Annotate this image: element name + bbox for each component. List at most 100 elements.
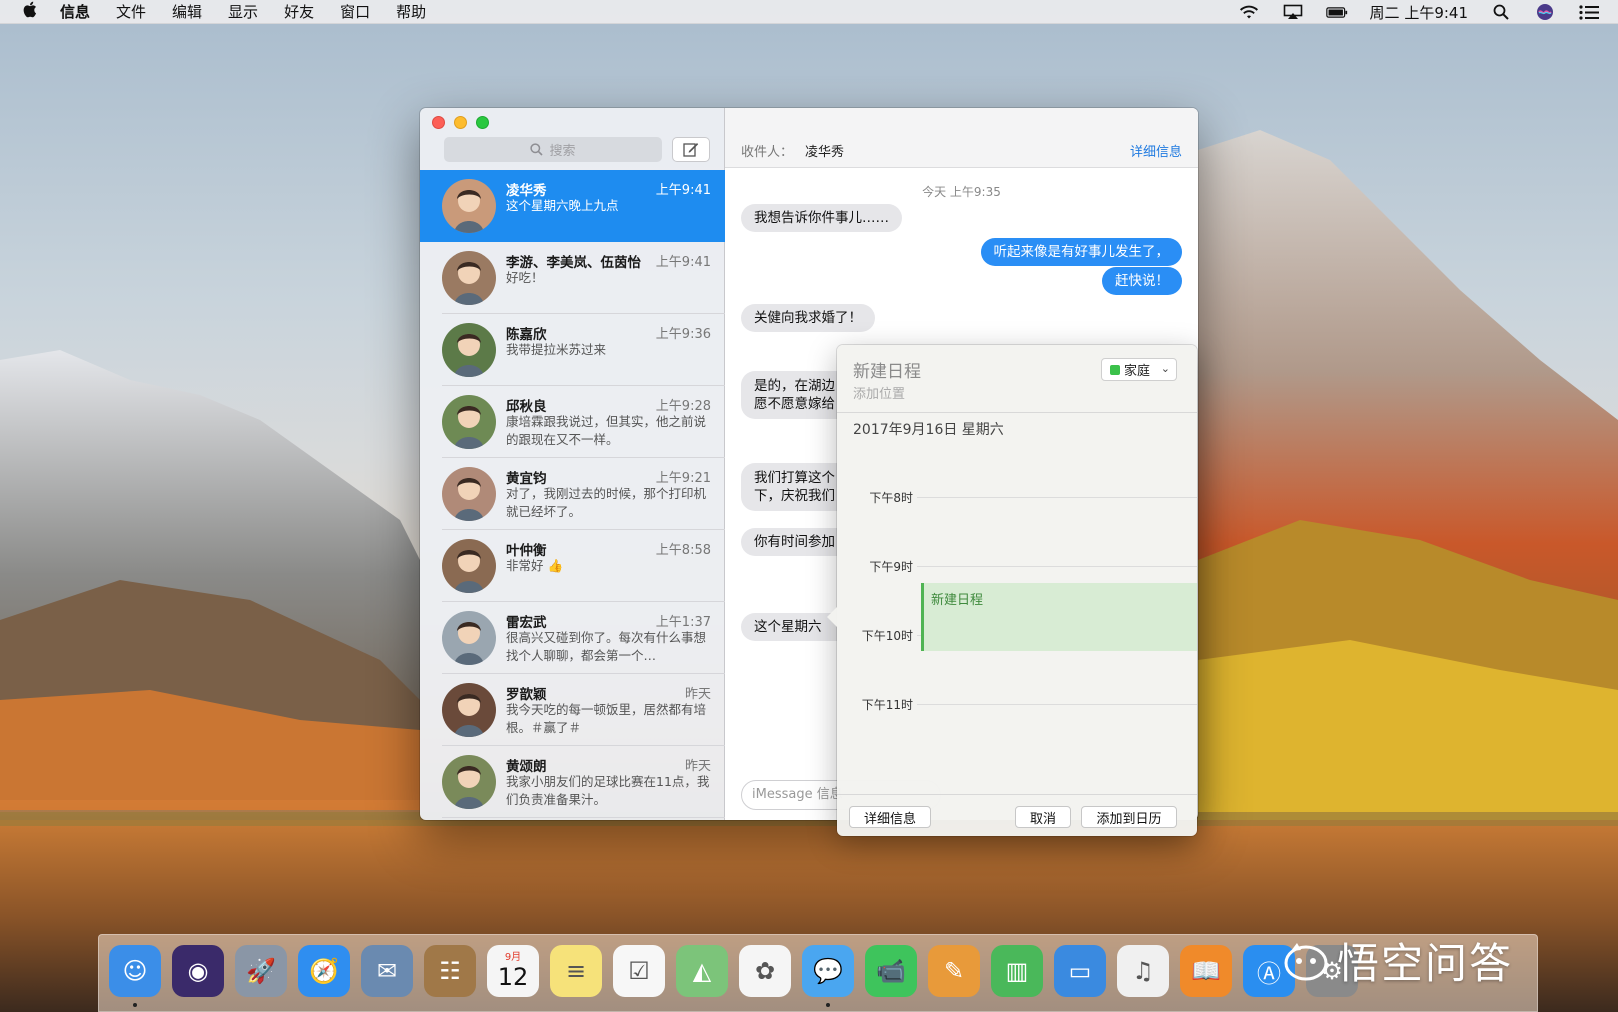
conversation-preview: 对了，我刚过去的时候，那个打印机就已经坏了。 — [506, 486, 707, 519]
avatar — [442, 395, 496, 449]
message-line: 下，庆祝我们 — [754, 488, 835, 504]
apple-menu-icon[interactable] — [22, 1, 42, 22]
conversation-row[interactable]: 黄颂朗 昨天 我家小朋友们的足球比赛在11点，我们负责准备果汁。 — [420, 746, 725, 818]
notes-icon[interactable]: ≡ — [550, 945, 602, 997]
hour-line — [917, 566, 1197, 567]
pages-icon[interactable]: ✎ — [928, 945, 980, 997]
conversation-row[interactable]: 雷宏武 上午1:37 很高兴又碰到你了。每次有什么事想找个人聊聊，都会第一个… — [420, 602, 725, 674]
keynote-icon[interactable]: ▭ — [1054, 945, 1106, 997]
maps-icon[interactable]: ◭ — [676, 945, 728, 997]
details-link[interactable]: 详细信息 — [1130, 141, 1182, 160]
siri-icon[interactable] — [1534, 4, 1556, 20]
conversation-time: 昨天 — [684, 759, 711, 774]
message-bubble[interactable]: 我想告诉你件事儿…… — [741, 204, 902, 232]
wukong-logo-icon — [1284, 942, 1328, 980]
menu-window[interactable]: 窗口 — [340, 1, 370, 22]
menu-file[interactable]: 文件 — [116, 1, 146, 22]
ibooks-icon[interactable]: 📖 — [1180, 945, 1232, 997]
chevron-down-icon: ⌄ — [1160, 362, 1170, 375]
conversation-time: 上午9:41 — [655, 255, 711, 270]
message-bubble[interactable]: 听起来像是有好事儿发生了， — [980, 238, 1182, 266]
calendar-select[interactable]: 家庭 ⌄ — [1101, 358, 1177, 381]
row-separator — [442, 817, 725, 818]
conversation-name: 雷宏武 — [506, 615, 547, 631]
minimize-window-button[interactable] — [454, 116, 467, 129]
avatar — [442, 251, 496, 305]
calendar-day: 12 — [497, 963, 529, 991]
mail-icon[interactable]: ✉ — [361, 945, 413, 997]
reminders-icon[interactable]: ☑ — [613, 945, 665, 997]
new-event-popover: 新建日程 添加位置 家庭 ⌄ 2017年9月16日 星期六 下午8时 下午9时 … — [827, 345, 1197, 836]
avatar — [442, 755, 496, 809]
hour-line — [917, 704, 1197, 705]
safari-icon[interactable]: 🧭 — [298, 945, 350, 997]
message-bubble-group[interactable]: 我们打算这个 下，庆祝我们 — [741, 463, 851, 511]
event-title-field[interactable]: 新建日程 — [853, 357, 921, 382]
event-details-button[interactable]: 详细信息 — [849, 806, 931, 828]
popover-footer: 详细信息 取消 添加到日历 — [837, 794, 1197, 836]
spotlight-icon[interactable] — [1490, 4, 1512, 20]
message-bubble[interactable]: 赶快说！ — [1102, 267, 1182, 295]
conversation-name: 凌华秀 — [506, 183, 547, 199]
search-icon — [530, 143, 544, 156]
airplay-icon[interactable] — [1282, 4, 1304, 20]
itunes-icon[interactable]: ♫ — [1117, 945, 1169, 997]
message-bubble-group[interactable]: 是的，在湖边 愿不愿意嫁给 — [741, 371, 851, 419]
menu-view[interactable]: 显示 — [228, 1, 258, 22]
event-block[interactable]: 新建日程 — [921, 583, 1197, 651]
watermark: 悟空问答 — [1283, 930, 1513, 991]
app-store-glyph: Ⓐ — [1257, 959, 1281, 988]
wifi-icon[interactable] — [1238, 4, 1260, 20]
message-line: 愿不愿意嫁给 — [754, 396, 835, 412]
compose-button[interactable] — [672, 137, 710, 162]
menu-app-name[interactable]: 信息 — [60, 1, 90, 22]
calendar-icon[interactable]: 9月 12 — [487, 945, 539, 997]
event-location-field[interactable]: 添加位置 — [853, 383, 905, 402]
close-window-button[interactable] — [432, 116, 445, 129]
messages-glyph: 💬 — [813, 957, 843, 985]
conversation-row[interactable]: 凌华秀 上午9:41 这个星期六晚上九点 — [420, 170, 725, 242]
battery-icon[interactable] — [1325, 4, 1348, 20]
conversation-row[interactable]: 罗歆颖 昨天 我今天吃的每一顿饭里，居然都有培根。＃赢了＃ — [420, 674, 725, 746]
popover-divider — [837, 412, 1197, 413]
message-bubble[interactable]: 你有时间参加 — [741, 528, 851, 556]
facetime-icon[interactable]: 📹 — [865, 945, 917, 997]
maps-glyph: ◭ — [692, 957, 712, 985]
contacts-glyph: ☷ — [439, 957, 461, 985]
compose-icon — [683, 143, 699, 157]
search-field[interactable]: 搜索 — [444, 137, 662, 162]
event-date: 2017年9月16日 星期六 — [853, 422, 1004, 438]
conversation-row[interactable]: 陈嘉欣 上午9:36 我带提拉米苏过来 — [420, 314, 725, 386]
conversation-sidebar: 搜索 凌华秀 上午9:41 这个星期六晚上九点 李游、李美岚、伍茵怡 上午9:41 好吃！… — [420, 108, 725, 820]
finder-icon[interactable]: ☺ — [109, 945, 161, 997]
menu-edit[interactable]: 编辑 — [172, 1, 202, 22]
avatar — [442, 611, 496, 665]
launchpad-icon[interactable]: 🚀 — [235, 945, 287, 997]
conversation-preview: 好吃！ — [506, 270, 544, 285]
safari-glyph: 🧭 — [309, 957, 339, 985]
conversation-row[interactable]: 邱秋良 上午9:28 康培霖跟我说过，但其实，他之前说的跟现在又不一样。 — [420, 386, 725, 458]
pages-glyph: ✎ — [943, 957, 965, 985]
messages-icon[interactable]: 💬 — [802, 945, 854, 997]
menu-buddies[interactable]: 好友 — [284, 1, 314, 22]
conversation-name: 叶仲衡 — [506, 543, 547, 559]
conversation-preview: 我今天吃的每一顿饭里，居然都有培根。＃赢了＃ — [506, 702, 707, 735]
cancel-button[interactable]: 取消 — [1015, 806, 1071, 828]
conversation-time: 上午9:41 — [655, 183, 711, 198]
menu-clock[interactable]: 周二 上午9:41 — [1370, 2, 1468, 23]
conversation-row[interactable]: 叶仲衡 上午8:58 非常好 👍 — [420, 530, 725, 602]
numbers-icon[interactable]: ▥ — [991, 945, 1043, 997]
message-bubble[interactable]: 关健向我求婚了！ — [741, 304, 875, 332]
photos-icon[interactable]: ✿ — [739, 945, 791, 997]
siri-icon[interactable]: ◉ — [172, 945, 224, 997]
conversation-row[interactable]: 李游、李美岚、伍茵怡 上午9:41 好吃！ — [420, 242, 725, 314]
zoom-window-button[interactable] — [476, 116, 489, 129]
menu-help[interactable]: 帮助 — [396, 1, 426, 22]
conversation-row[interactable]: 黄宜钧 上午9:21 对了，我刚过去的时候，那个打印机就已经坏了。 — [420, 458, 725, 530]
popover-pointer — [827, 607, 837, 627]
notification-center-icon[interactable] — [1578, 4, 1600, 20]
add-to-calendar-button[interactable]: 添加到日历 — [1081, 806, 1177, 828]
recipient-name[interactable]: 凌华秀 — [805, 141, 844, 160]
conversation-name: 罗歆颖 — [506, 687, 547, 703]
contacts-icon[interactable]: ☷ — [424, 945, 476, 997]
